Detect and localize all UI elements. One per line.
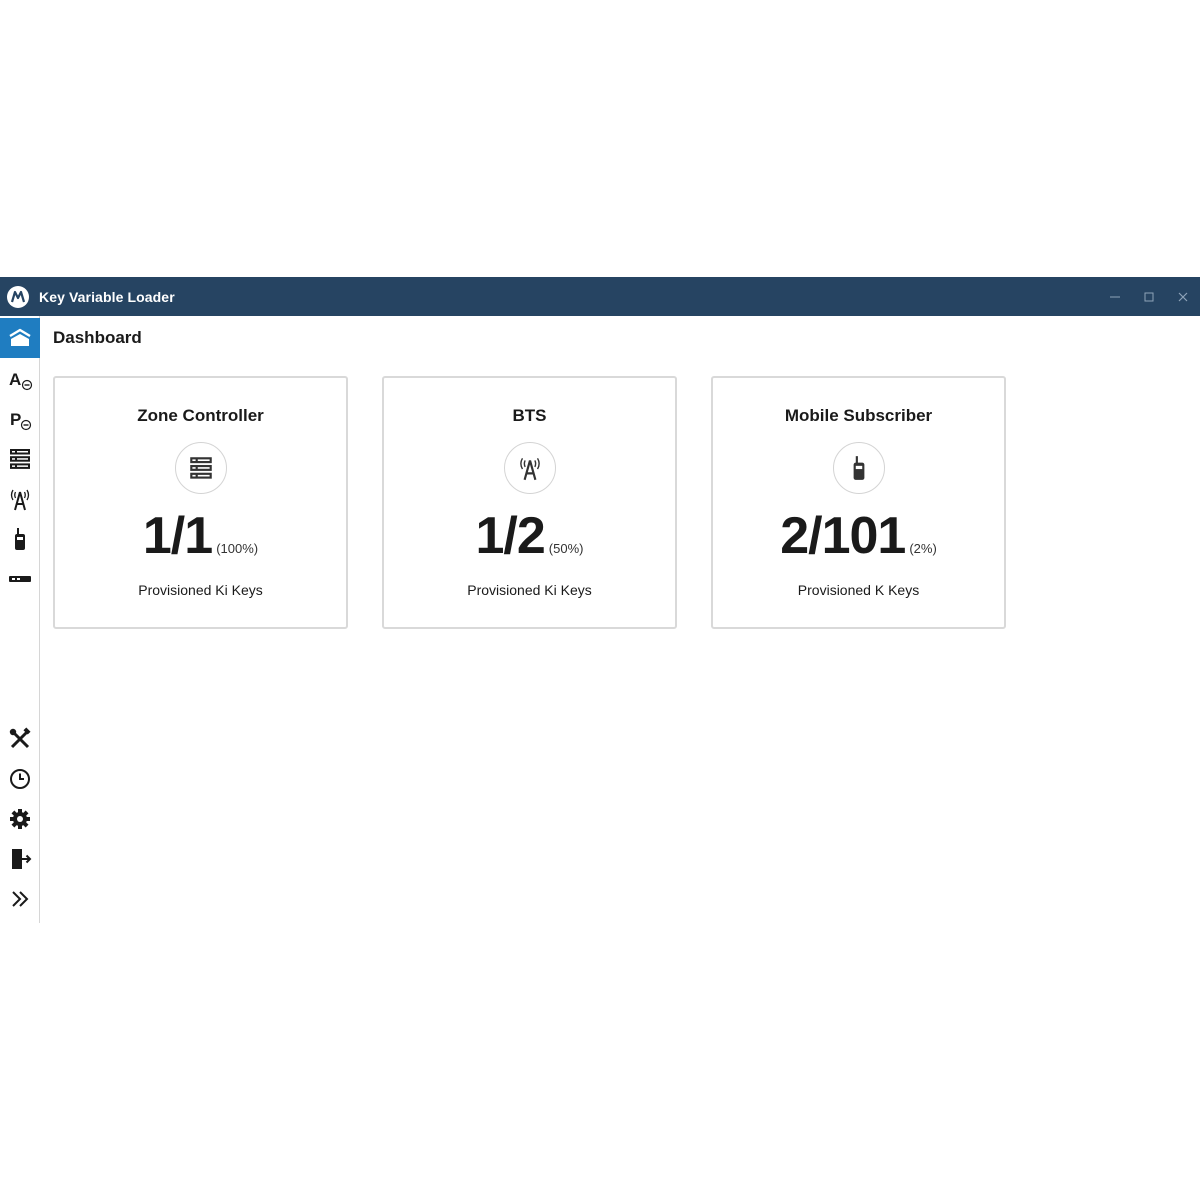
metric-value: 1/1 (142, 507, 213, 565)
card-bts[interactable]: BTS 1/2 (50%) Provisioned Ki Keys (382, 376, 677, 629)
sidebar-item-dashboard[interactable] (0, 318, 40, 358)
home-icon (9, 328, 31, 346)
window-title: Key Variable Loader (39, 288, 175, 305)
profile-key-icon: P (10, 410, 32, 431)
sidebar-item-tools[interactable] (0, 719, 40, 759)
card-zone-controller[interactable]: Zone Controller 1/1 (100%) Provisioned K… (53, 376, 348, 629)
logout-icon (12, 849, 32, 869)
sidebar-item-device[interactable] (0, 559, 40, 599)
gear-icon (10, 809, 30, 829)
sidebar-item-expand[interactable] (0, 879, 40, 919)
radio-icon (853, 456, 864, 480)
card-mobile-subscriber[interactable]: Mobile Subscriber 2/101 (2%) Provisioned… (711, 376, 1006, 629)
card-icon-circle (174, 442, 227, 494)
maximize-icon (1144, 292, 1154, 301)
tools-icon (9, 727, 31, 749)
sidebar: A P (0, 316, 40, 923)
motorola-logo (7, 285, 29, 308)
window-controls (1098, 277, 1200, 316)
metric: 1/2 (50%) (384, 506, 675, 566)
expand-icon (12, 891, 29, 907)
metric: 2/101 (2%) (713, 506, 1004, 566)
maximize-button[interactable] (1132, 277, 1166, 316)
svg-text:A: A (9, 370, 21, 389)
card-title: Mobile Subscriber (784, 406, 933, 425)
card-icon-circle (832, 442, 885, 494)
radio-icon (15, 528, 25, 550)
sidebar-item-profile-keys[interactable]: P (0, 399, 40, 439)
sidebar-item-settings[interactable] (0, 799, 40, 839)
metric-percent: (100%) (216, 541, 259, 556)
card-caption: Provisioned Ki Keys (467, 582, 592, 598)
card-caption: Provisioned Ki Keys (138, 582, 263, 598)
metric: 1/1 (100%) (55, 506, 346, 566)
minimize-button[interactable] (1098, 277, 1132, 316)
card-title: Zone Controller (137, 406, 264, 425)
server-icon (189, 457, 212, 479)
title-bar: Key Variable Loader (0, 277, 1200, 316)
sidebar-item-bts[interactable] (0, 479, 40, 519)
sidebar-item-mobile-subscriber[interactable] (0, 519, 40, 559)
server-icon (10, 449, 30, 469)
device-icon (9, 576, 31, 582)
minimize-icon (1110, 296, 1120, 297)
sidebar-item-zone-controller[interactable] (0, 439, 40, 479)
card-caption: Provisioned K Keys (797, 582, 920, 598)
metric-percent: (50%) (548, 541, 584, 556)
page-title: Dashboard (53, 328, 142, 347)
card-icon-circle (503, 442, 556, 494)
tower-icon (10, 489, 30, 511)
sidebar-item-logout[interactable] (0, 839, 40, 879)
card-title: BTS (512, 406, 547, 425)
close-button[interactable] (1166, 277, 1200, 316)
sidebar-item-algorithm-keys[interactable]: A (0, 359, 40, 399)
app-window: Key Variable Loader A P Dashboard Zone C… (0, 277, 1200, 923)
metric-value: 1/2 (475, 507, 546, 565)
tower-icon (519, 457, 540, 481)
metric-value: 2/101 (780, 507, 906, 565)
sidebar-item-history[interactable] (0, 759, 40, 799)
algorithm-key-icon: A (9, 370, 33, 391)
clock-icon (10, 769, 30, 789)
metric-percent: (2%) (909, 541, 937, 556)
close-icon (1178, 292, 1188, 301)
svg-text:P: P (10, 410, 21, 429)
